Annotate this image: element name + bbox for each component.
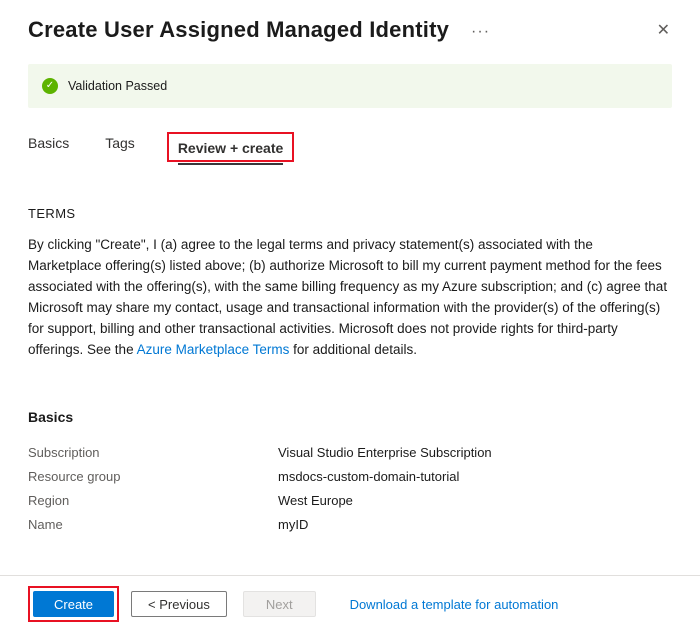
name-label: Name <box>28 516 63 532</box>
basics-summary-section: Basics Subscription Visual Studio Enterp… <box>0 409 700 537</box>
subscription-value: Visual Studio Enterprise Subscription <box>278 444 492 460</box>
success-check-icon: ✓ <box>42 78 58 94</box>
previous-button[interactable]: < Previous <box>131 591 227 617</box>
terms-body: By clicking "Create", I (a) agree to the… <box>28 235 670 361</box>
next-button[interactable]: Next <box>242 591 316 617</box>
footer-bar: Create < Previous Next Download a templa… <box>0 575 700 632</box>
tab-review-create[interactable]: Review + create <box>177 140 284 165</box>
more-options-icon[interactable]: ··· <box>471 20 490 40</box>
resource-group-label: Resource group <box>28 468 121 484</box>
create-managed-identity-panel: Create User Assigned Managed Identity ··… <box>0 0 700 632</box>
tab-basics[interactable]: Basics <box>28 135 69 160</box>
create-button-callout: Create <box>28 586 120 622</box>
name-value: myID <box>278 516 309 532</box>
close-icon[interactable]: ✕ <box>651 16 676 44</box>
subscription-label: Subscription <box>28 444 100 460</box>
page-title: Create User Assigned Managed Identity <box>28 17 450 42</box>
basics-heading: Basics <box>28 408 74 425</box>
validation-banner-text: Validation Passed <box>68 79 168 93</box>
tab-tags[interactable]: Tags <box>105 135 135 160</box>
tab-bar: Basics Tags Review + create <box>0 132 700 165</box>
create-button[interactable]: Create <box>33 591 115 617</box>
panel-header: Create User Assigned Managed Identity ··… <box>0 0 700 44</box>
region-value: West Europe <box>278 492 353 508</box>
terms-section: TERMS By clicking "Create", I (a) agree … <box>0 206 700 361</box>
terms-heading: TERMS <box>28 206 76 221</box>
download-template-link[interactable]: Download a template for automation <box>350 597 559 612</box>
resource-group-value: msdocs-custom-domain-tutorial <box>278 468 460 484</box>
table-row: Region West Europe <box>28 489 672 513</box>
validation-banner: ✓ Validation Passed <box>28 64 672 108</box>
azure-marketplace-terms-link[interactable]: Azure Marketplace Terms <box>137 342 290 357</box>
region-label: Region <box>28 492 70 508</box>
terms-text-after: for additional details. <box>289 341 417 357</box>
table-row: Resource group msdocs-custom-domain-tuto… <box>28 465 672 489</box>
table-row: Name myID <box>28 513 672 537</box>
table-row: Subscription Visual Studio Enterprise Su… <box>28 441 672 465</box>
terms-text-before: By clicking "Create", I (a) agree to the… <box>28 237 668 357</box>
review-create-callout: Review + create <box>166 132 295 165</box>
